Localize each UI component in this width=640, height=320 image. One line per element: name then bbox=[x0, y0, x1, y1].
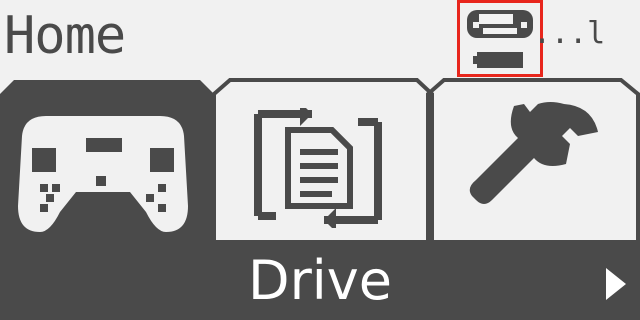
wrench-icon bbox=[469, 102, 598, 204]
page-title: Home bbox=[4, 6, 126, 66]
controller-battery-icon bbox=[467, 10, 533, 68]
controller-icon bbox=[18, 116, 188, 232]
selected-item-label: Drive bbox=[248, 249, 392, 312]
transfer-document-icon bbox=[254, 108, 382, 228]
home-screen: Home ...l Drive bbox=[0, 0, 640, 320]
chevron-right-icon[interactable] bbox=[600, 264, 630, 304]
signal-indicator: ...l bbox=[533, 16, 606, 51]
header: Home ...l bbox=[0, 0, 640, 82]
